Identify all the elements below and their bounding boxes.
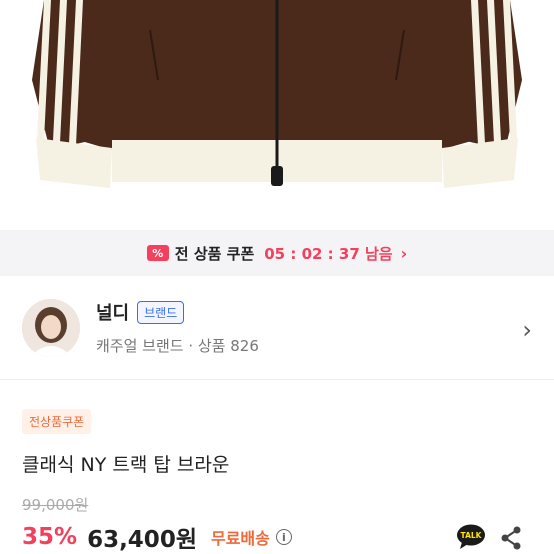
brand-avatar[interactable] [22, 298, 80, 357]
brand-meta: 캐주얼 브랜드 · 상품 826 [96, 337, 259, 355]
discount-rate: 35% [22, 524, 78, 550]
price-row: 35% 63,400원 무료배송 i [22, 520, 292, 554]
avatar-image [22, 298, 80, 357]
brand-info: 널디 브랜드 캐주얼 브랜드 · 상품 826 [96, 299, 259, 356]
sale-price: 63,400원 [87, 527, 197, 553]
share-icon-graphic [501, 526, 521, 550]
coupon-timer-banner[interactable]: % 전 상품 쿠폰 05 : 02 : 37 남음 › [0, 230, 554, 276]
brand-name[interactable]: 널디 [96, 299, 129, 325]
coupon-label: 전 상품 쿠폰 [174, 244, 255, 263]
talk-icon: TALK [457, 524, 485, 549]
product-image [0, 0, 554, 230]
chevron-right-icon: › [400, 243, 408, 263]
kakao-talk-button[interactable]: TALK [456, 524, 486, 550]
free-shipping-label: 무료배송 [210, 529, 270, 548]
talk-label: TALK [461, 531, 483, 540]
coupon-icon: % [146, 245, 169, 261]
coupon-tag: 전상품쿠폰 [22, 409, 92, 434]
brand-badge: 브랜드 [137, 300, 185, 324]
product-title: 클래식 NY 트랙 탑 브라운 [22, 454, 230, 476]
share-icon[interactable] [499, 525, 523, 551]
brand-row[interactable]: 널디 브랜드 캐주얼 브랜드 · 상품 826 › [0, 276, 554, 380]
chevron-right-icon[interactable]: › [522, 316, 532, 344]
coupon-countdown: 05 : 02 : 37 남음 [264, 244, 393, 263]
info-icon[interactable]: i [275, 529, 292, 545]
brand-name-line: 널디 브랜드 [96, 299, 259, 325]
track-jacket-illustration [32, 0, 522, 188]
original-price: 99,000원 [22, 496, 89, 514]
